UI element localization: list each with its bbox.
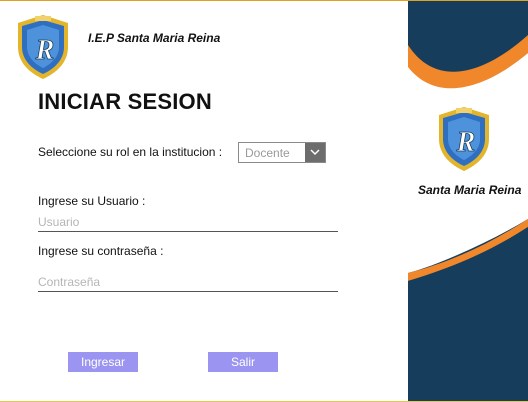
login-form-panel: R I.E.P Santa Maria Reina INICIAR SESION… — [0, 1, 408, 401]
username-label: Ingrese su Usuario : — [38, 194, 146, 208]
chevron-down-icon[interactable] — [305, 143, 325, 162]
password-label: Ingrese su contraseña : — [38, 244, 164, 258]
role-dropdown[interactable]: Docente — [238, 142, 326, 163]
brand-logo-icon: R — [439, 107, 489, 171]
exit-button[interactable]: Salir — [208, 352, 278, 372]
school-title: I.E.P Santa Maria Reina — [88, 31, 221, 45]
school-logo-icon: R — [18, 15, 68, 79]
password-input[interactable] — [38, 273, 338, 292]
role-label: Seleccione su rol en la institucion : — [38, 145, 223, 159]
brand-name: Santa Maria Reina — [418, 183, 522, 197]
page-title: INICIAR SESION — [38, 89, 212, 114]
brand-logo-letter: R — [456, 127, 476, 158]
logo-letter: R — [35, 35, 55, 66]
decorative-wave — [408, 1, 528, 401]
login-window: R I.E.P Santa Maria Reina INICIAR SESION… — [0, 0, 528, 402]
brand-panel: R Santa Maria Reina — [408, 1, 528, 401]
role-selected-value: Docente — [245, 146, 290, 160]
username-input[interactable] — [38, 213, 338, 232]
login-button[interactable]: Ingresar — [68, 352, 138, 372]
